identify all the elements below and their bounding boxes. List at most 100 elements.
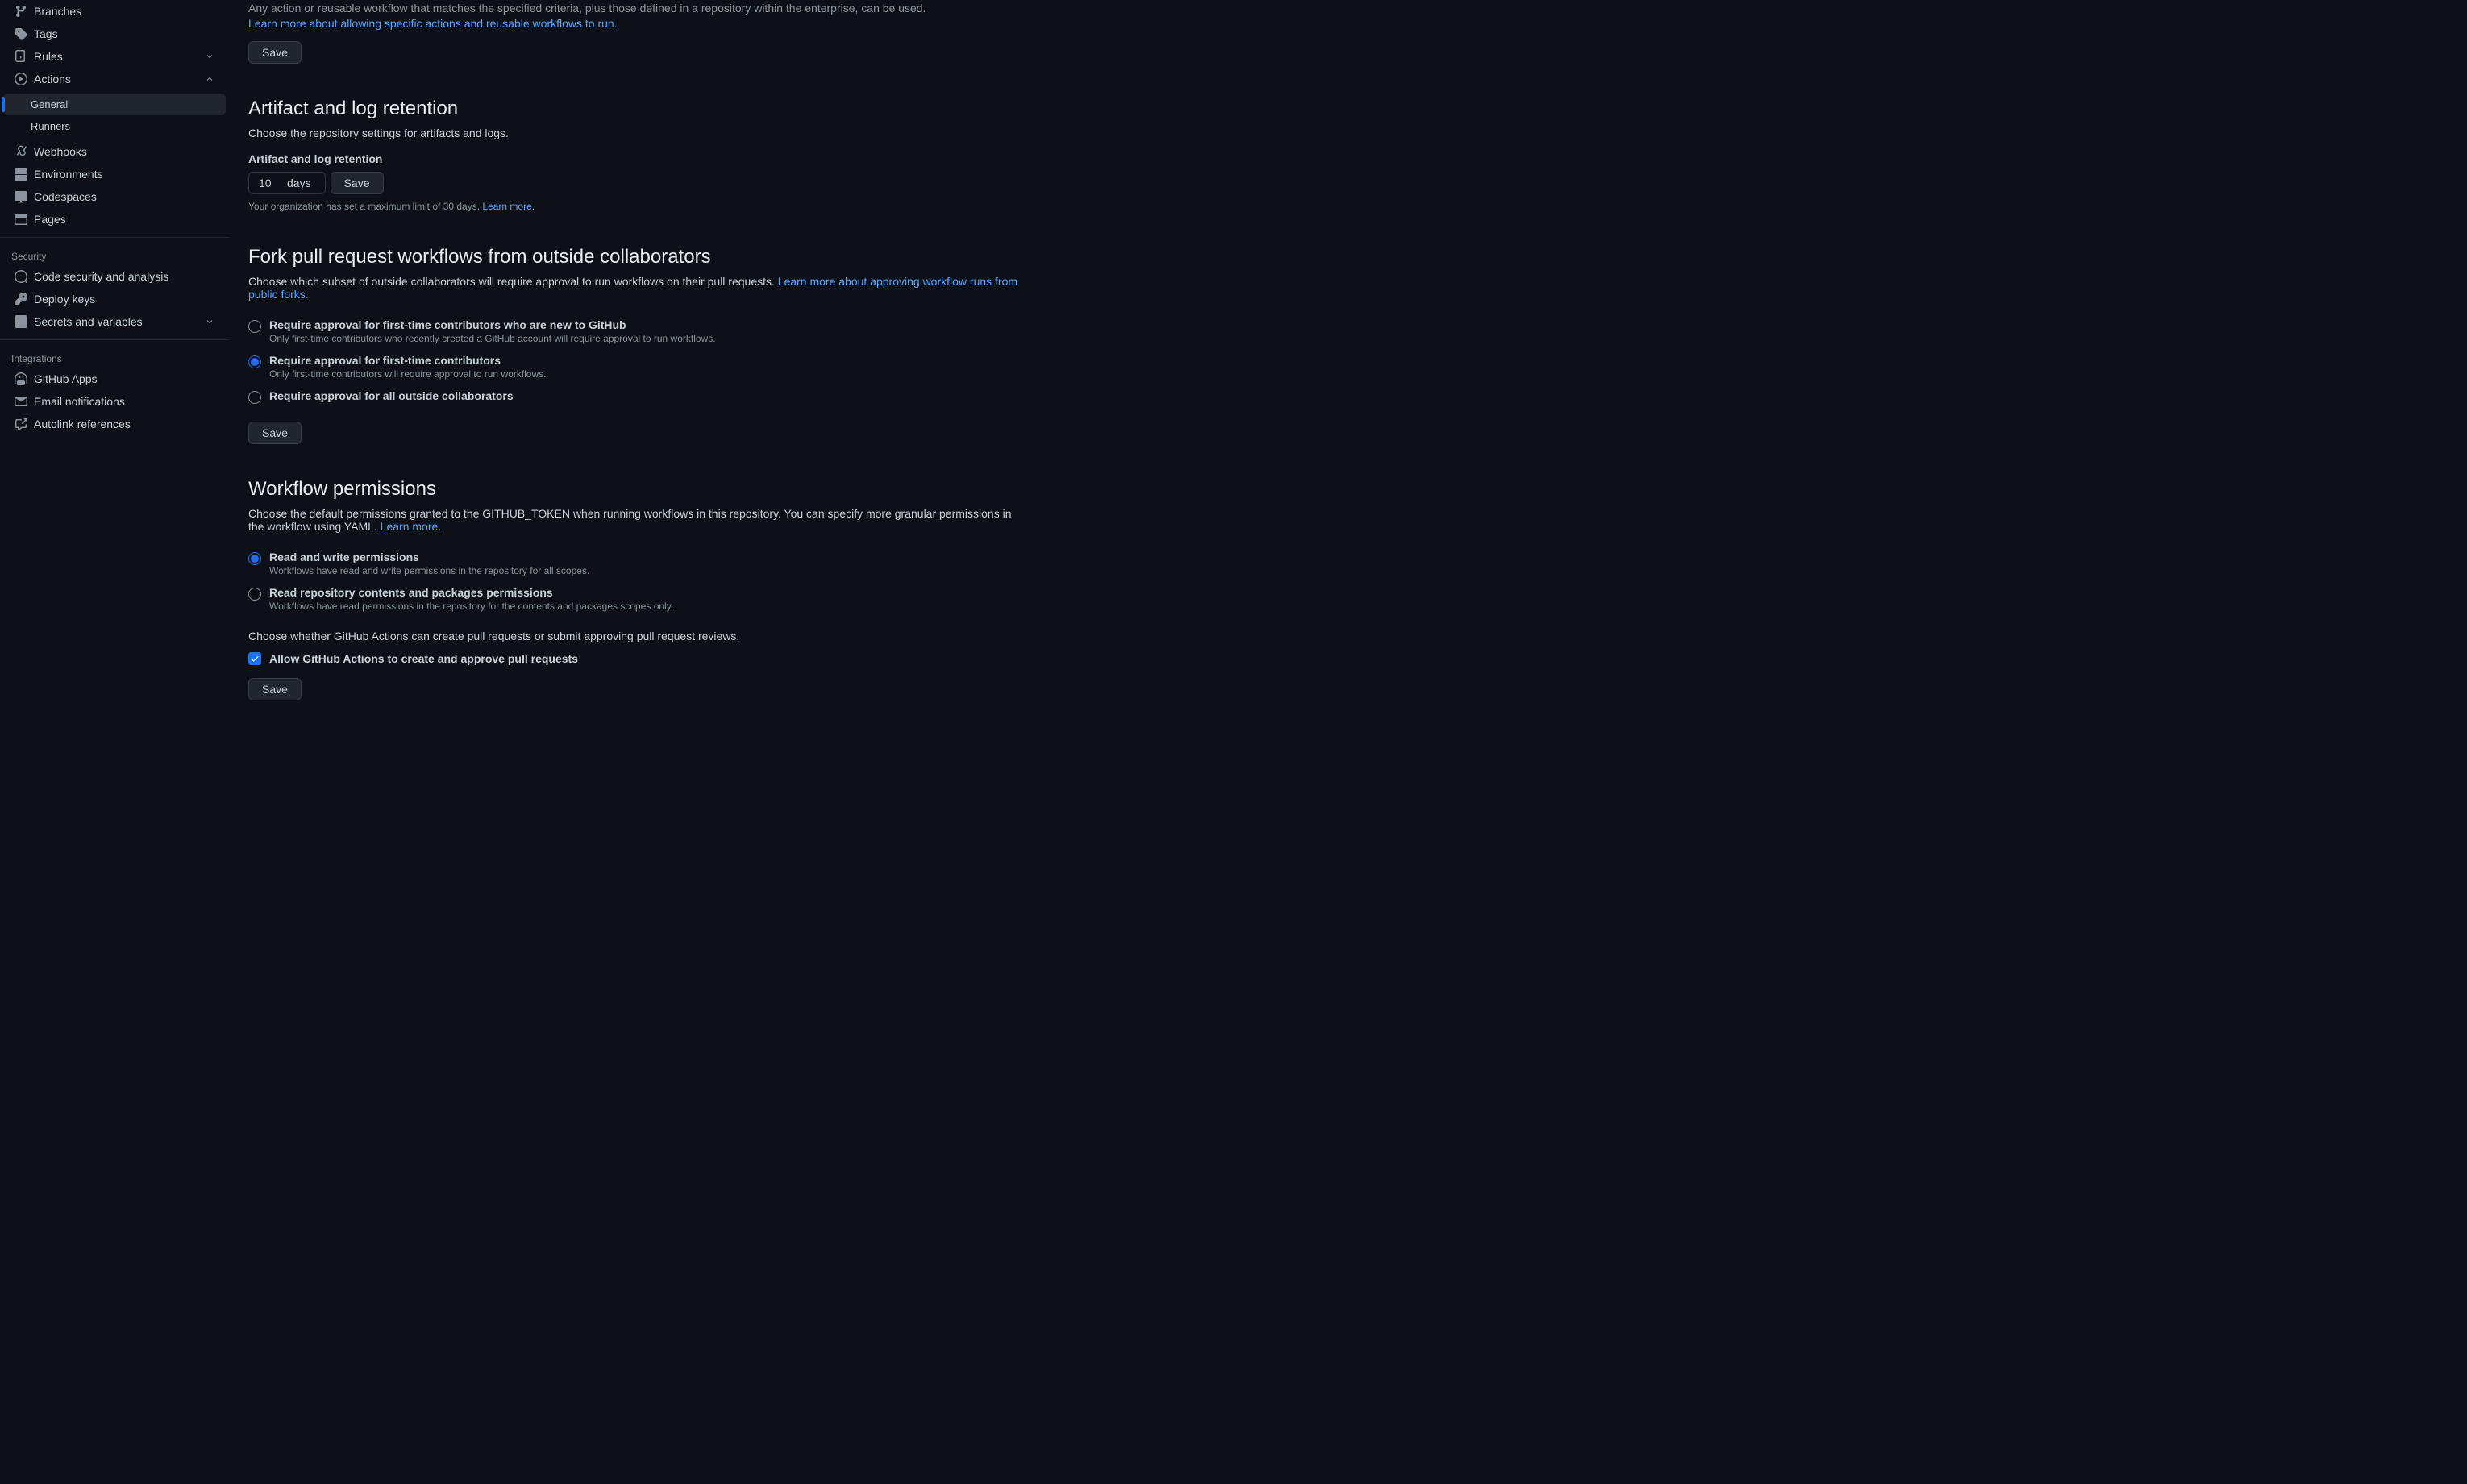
main-content: Any action or reusable workflow that mat…: [229, 0, 1045, 1484]
sidebar-item-github-apps[interactable]: GitHub Apps: [3, 368, 226, 390]
radio-icon: [248, 320, 261, 333]
key-icon: [15, 293, 27, 306]
sidebar-item-label: Deploy keys: [34, 293, 216, 306]
sidebar-item-label: Codespaces: [34, 190, 216, 203]
sidebar-item-rules[interactable]: Rules: [3, 45, 226, 68]
sidebar-item-tags[interactable]: Tags: [3, 23, 226, 45]
radio-label: Read repository contents and packages pe…: [269, 586, 1025, 599]
hubot-icon: [15, 372, 27, 385]
sidebar-subitem-label: Runners: [31, 120, 70, 132]
sidebar-item-label: Branches: [34, 5, 216, 18]
radio-desc: Only first-time contributors will requir…: [269, 368, 1025, 380]
sidebar-item-label: Autolink references: [34, 418, 216, 430]
security-section-label: Security: [0, 244, 229, 265]
actions-policy-desc: Any action or reusable workflow that mat…: [248, 0, 1025, 17]
retention-heading: Artifact and log retention: [248, 98, 1025, 120]
codescan-icon: [15, 270, 27, 283]
save-button[interactable]: Save: [248, 41, 302, 64]
divider: [0, 339, 229, 340]
sidebar-subitem-label: General: [31, 98, 68, 110]
workflow-option-read-only[interactable]: Read repository contents and packages pe…: [248, 581, 1025, 617]
sidebar-item-codespaces[interactable]: Codespaces: [3, 185, 226, 208]
sidebar-item-label: Actions: [34, 73, 203, 85]
sidebar-item-label: Rules: [34, 50, 203, 63]
radio-desc: Workflows have read permissions in the r…: [269, 601, 1025, 612]
sidebar-item-label: Pages: [34, 213, 216, 226]
cross-reference-icon: [15, 418, 27, 430]
sidebar-item-pages[interactable]: Pages: [3, 208, 226, 231]
sidebar-subitem-general[interactable]: General: [3, 94, 226, 115]
fork-option-all[interactable]: Require approval for all outside collabo…: [248, 385, 1025, 409]
fork-radio-group: Require approval for first-time contribu…: [248, 314, 1025, 409]
webhook-icon: [15, 145, 27, 158]
git-branch-icon: [15, 5, 27, 18]
browser-icon: [15, 213, 27, 226]
radio-desc: Workflows have read and write permission…: [269, 565, 1025, 576]
integrations-section-label: Integrations: [0, 347, 229, 368]
retention-input-row: days Save: [248, 172, 1025, 194]
retention-desc: Choose the repository settings for artif…: [248, 127, 1025, 139]
sidebar-item-label: Code security and analysis: [34, 270, 216, 283]
actions-policy-link[interactable]: Learn more about allowing specific actio…: [248, 17, 618, 30]
radio-label: Require approval for first-time contribu…: [269, 318, 1025, 331]
retention-learn-more-link[interactable]: Learn more.: [482, 201, 535, 212]
sidebar-item-label: Webhooks: [34, 145, 216, 158]
sidebar-item-label: GitHub Apps: [34, 372, 216, 385]
sidebar-item-actions[interactable]: Actions: [3, 68, 226, 90]
workflow-desc: Choose the default permissions granted t…: [248, 507, 1025, 533]
chevron-down-icon: [203, 50, 216, 63]
repo-push-icon: [15, 50, 27, 63]
mail-icon: [15, 395, 27, 408]
workflow-learn-more-link[interactable]: Learn more.: [381, 520, 441, 533]
fork-heading: Fork pull request workflows from outside…: [248, 246, 1025, 268]
key-asterisk-icon: [15, 315, 27, 328]
radio-icon: [248, 552, 261, 565]
sidebar-item-webhooks[interactable]: Webhooks: [3, 140, 226, 163]
chevron-down-icon: [203, 315, 216, 328]
retention-save-button[interactable]: Save: [331, 172, 384, 194]
retention-field-label: Artifact and log retention: [248, 152, 1025, 165]
sidebar-item-autolink[interactable]: Autolink references: [3, 413, 226, 435]
actions-policy-section: Any action or reusable workflow that mat…: [248, 0, 1025, 64]
checkbox-label: Allow GitHub Actions to create and appro…: [269, 652, 578, 665]
workflow-pr-desc: Choose whether GitHub Actions can create…: [248, 630, 1025, 642]
fork-option-new-contributors[interactable]: Require approval for first-time contribu…: [248, 314, 1025, 349]
sidebar-item-label: Environments: [34, 168, 216, 181]
sidebar-item-email-notifications[interactable]: Email notifications: [3, 390, 226, 413]
retention-hint: Your organization has set a maximum limi…: [248, 201, 1025, 212]
chevron-up-icon: [203, 73, 216, 85]
sidebar-item-label: Secrets and variables: [34, 315, 203, 328]
tag-icon: [15, 27, 27, 40]
radio-icon: [248, 355, 261, 368]
retention-days-input[interactable]: [248, 172, 326, 194]
sidebar-item-label: Tags: [34, 27, 216, 40]
radio-label: Require approval for all outside collabo…: [269, 389, 1025, 402]
sidebar-item-deploy-keys[interactable]: Deploy keys: [3, 288, 226, 310]
fork-save-button[interactable]: Save: [248, 422, 302, 444]
server-icon: [15, 168, 27, 181]
radio-desc: Only first-time contributors who recentl…: [269, 333, 1025, 344]
workflow-heading: Workflow permissions: [248, 478, 1025, 501]
sidebar-item-branches[interactable]: Branches: [3, 0, 226, 23]
fork-desc: Choose which subset of outside collabora…: [248, 275, 1025, 301]
sidebar-item-environments[interactable]: Environments: [3, 163, 226, 185]
sidebar-item-secrets[interactable]: Secrets and variables: [3, 310, 226, 333]
radio-icon: [248, 588, 261, 601]
radio-icon: [248, 391, 261, 404]
sidebar-item-label: Email notifications: [34, 395, 216, 408]
fork-option-first-time[interactable]: Require approval for first-time contribu…: [248, 349, 1025, 385]
workflow-allow-pr-checkbox[interactable]: Allow GitHub Actions to create and appro…: [248, 647, 1025, 670]
workflow-radio-group: Read and write permissions Workflows hav…: [248, 546, 1025, 617]
actions-subnav: General Runners: [0, 90, 229, 140]
codespaces-icon: [15, 190, 27, 203]
divider: [0, 237, 229, 238]
sidebar-item-code-security[interactable]: Code security and analysis: [3, 265, 226, 288]
settings-sidebar: Branches Tags Rules Actions General Runn…: [0, 0, 229, 1484]
sidebar-subitem-runners[interactable]: Runners: [3, 115, 226, 137]
checkbox-checked-icon: [248, 652, 261, 665]
radio-label: Require approval for first-time contribu…: [269, 354, 1025, 367]
radio-label: Read and write permissions: [269, 551, 1025, 563]
workflow-save-button[interactable]: Save: [248, 678, 302, 700]
play-icon: [15, 73, 27, 85]
workflow-option-read-write[interactable]: Read and write permissions Workflows hav…: [248, 546, 1025, 581]
